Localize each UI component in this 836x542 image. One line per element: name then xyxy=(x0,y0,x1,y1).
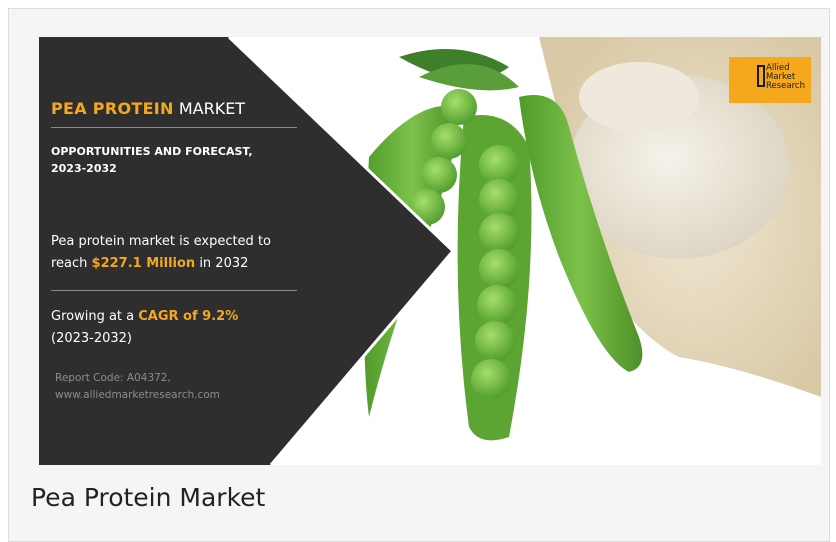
growth-period: (2023-2032) xyxy=(51,331,133,346)
report-site-line: www.alliedmarketresearch.com xyxy=(55,389,220,401)
banner-title: PEA PROTEIN MARKET xyxy=(51,99,245,118)
growth-pre: Growing at a xyxy=(51,309,139,324)
forecast-heading: OPPORTUNITIES AND FORECAST, 2023-2032 xyxy=(51,145,253,175)
expected-value-text: Pea protein market is expected to reach … xyxy=(51,231,301,275)
divider xyxy=(51,127,297,128)
logo-text: Allied Market Research xyxy=(766,64,805,91)
expected-value: $227.1 Million xyxy=(91,256,196,271)
image-caption: Pea Protein Market xyxy=(31,483,266,512)
report-code-line: Report Code: A04372, xyxy=(55,372,171,384)
title-accent: PEA PROTEIN xyxy=(51,99,174,118)
title-rest: MARKET xyxy=(173,99,246,118)
expected-text-post: in 2032 xyxy=(195,256,249,271)
divider xyxy=(51,290,297,291)
growth-text: Growing at a CAGR of 9.2% (2023-2032) xyxy=(51,306,301,350)
image-frame: PEA PROTEIN MARKET OPPORTUNITIES AND FOR… xyxy=(8,8,830,542)
report-code: Report Code: A04372, www.alliedmarketres… xyxy=(55,370,295,404)
logo-line-3: Research xyxy=(766,81,805,91)
market-banner[interactable]: PEA PROTEIN MARKET OPPORTUNITIES AND FOR… xyxy=(39,37,821,465)
growth-value: CAGR of 9.2% xyxy=(138,309,239,324)
